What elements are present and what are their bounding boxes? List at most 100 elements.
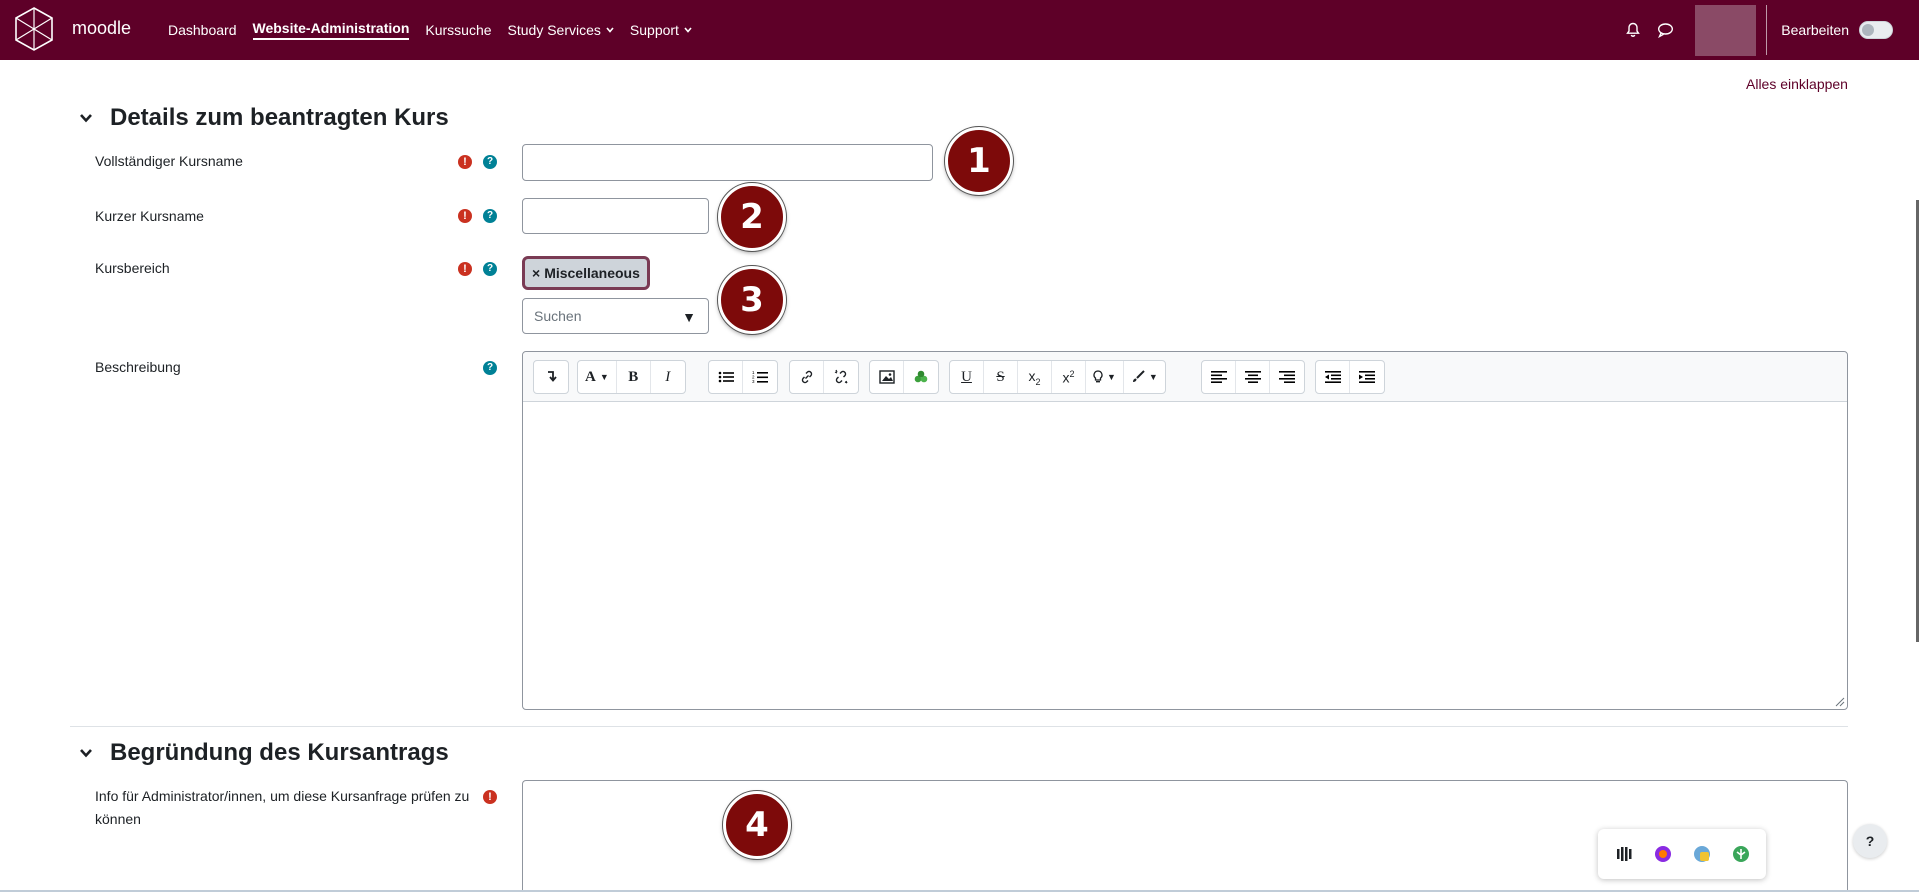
- italic-button[interactable]: I: [651, 361, 685, 393]
- toolbar-group-lists: 123: [708, 360, 778, 394]
- font-icon: A: [585, 368, 596, 385]
- brand-name[interactable]: moodle: [72, 18, 131, 39]
- annotation-badge-3: 3: [718, 266, 786, 334]
- primary-nav: Dashboard Website-Administration Kurssuc…: [160, 0, 700, 60]
- messages-button[interactable]: [1649, 14, 1681, 46]
- toolbar-group-align: [1201, 360, 1305, 394]
- description-label: Beschreibung: [95, 359, 181, 375]
- subscript-button[interactable]: x2: [1018, 361, 1052, 393]
- align-center-button[interactable]: [1236, 361, 1270, 393]
- bold-icon: B: [628, 368, 639, 385]
- resize-handle-icon[interactable]: [1833, 695, 1845, 707]
- navbar-divider: [1766, 5, 1768, 55]
- floating-extension-bar: [1598, 829, 1766, 879]
- bell-icon: [1626, 22, 1641, 37]
- superscript-button[interactable]: x2: [1052, 361, 1086, 393]
- required-icon: !: [483, 790, 497, 804]
- avatar[interactable]: [1695, 4, 1757, 56]
- chevron-down-icon: [684, 27, 692, 33]
- toolbar-group-text: A ▼ B I: [577, 360, 686, 394]
- align-left-icon: [1210, 371, 1227, 383]
- toolbar-group-links: [789, 360, 859, 394]
- toolbar-group-collapse: [533, 360, 569, 394]
- outdent-icon: [1324, 371, 1341, 383]
- leaf-shield-icon[interactable]: [1731, 844, 1751, 864]
- caret-down-icon: ▼: [599, 372, 609, 382]
- section-title: Details zum beantragten Kurs: [110, 104, 449, 131]
- numbered-list-button[interactable]: 123: [743, 361, 777, 393]
- help-icon[interactable]: ?: [483, 209, 497, 223]
- toolbar-group-media: [869, 360, 939, 394]
- indent-icon: [1359, 371, 1375, 383]
- unlink-button[interactable]: [824, 361, 858, 393]
- editor-toolbar: A ▼ B I 123 U S x2 x2 ▼ ▼: [523, 352, 1847, 402]
- fullname-label: Vollständiger Kursname: [95, 153, 243, 169]
- underline-icon: U: [961, 368, 972, 385]
- top-navbar: moodle Dashboard Website-Administration …: [0, 0, 1919, 60]
- chevron-down-icon: [80, 114, 92, 123]
- translate-globe-icon[interactable]: [1692, 844, 1712, 864]
- outdent-button[interactable]: [1316, 361, 1350, 393]
- collapse-all-link[interactable]: Alles einklappen: [1746, 76, 1848, 92]
- accessibility-checker-button[interactable]: ▼: [1086, 361, 1124, 393]
- superscript-icon: x2: [1062, 368, 1075, 386]
- notifications-button[interactable]: [1617, 14, 1649, 46]
- recycle-media-icon: [914, 370, 928, 383]
- subscript-icon: x2: [1028, 367, 1041, 387]
- toolbar-collapse-button[interactable]: [534, 361, 568, 393]
- nav-dashboard[interactable]: Dashboard: [160, 0, 245, 60]
- fullname-input[interactable]: [522, 144, 933, 181]
- svg-text:3: 3: [752, 379, 755, 384]
- help-icon[interactable]: ?: [483, 155, 497, 169]
- align-left-button[interactable]: [1202, 361, 1236, 393]
- bullet-list-button[interactable]: [709, 361, 743, 393]
- annotation-badge-4: 4: [723, 791, 791, 859]
- reason-label: Info für Administrator/innen, um diese K…: [95, 788, 470, 827]
- help-icon[interactable]: ?: [483, 361, 497, 375]
- chevron-down-icon: [80, 749, 92, 758]
- align-right-button[interactable]: [1270, 361, 1304, 393]
- help-icon[interactable]: ?: [483, 262, 497, 276]
- nav-support[interactable]: Support: [622, 0, 700, 60]
- audio-bars-icon[interactable]: [1614, 844, 1634, 864]
- color-wheel-icon[interactable]: [1653, 844, 1673, 864]
- bold-button[interactable]: B: [617, 361, 651, 393]
- section-title: Begründung des Kursantrags: [110, 739, 449, 766]
- remove-icon[interactable]: ×: [532, 265, 540, 281]
- dropdown-arrow-icon: ▼: [682, 309, 696, 325]
- numbered-list-icon: 123: [752, 370, 768, 384]
- required-icon: !: [458, 262, 472, 276]
- description-editor[interactable]: A ▼ B I 123 U S x2 x2 ▼ ▼: [522, 351, 1848, 710]
- shortname-input[interactable]: [522, 198, 709, 234]
- shortname-label: Kurzer Kursname: [95, 208, 204, 224]
- help-fab-button[interactable]: ?: [1853, 824, 1887, 858]
- section-header-course-details[interactable]: Details zum beantragten Kurs: [78, 104, 449, 132]
- section-header-request-reason[interactable]: Begründung des Kursantrags: [78, 739, 449, 767]
- strikethrough-button[interactable]: S: [984, 361, 1018, 393]
- caret-down-icon: ▼: [1148, 372, 1158, 382]
- font-style-button[interactable]: A ▼: [578, 361, 617, 393]
- nav-study-services[interactable]: Study Services: [500, 0, 622, 60]
- lightbulb-icon: [1093, 370, 1103, 383]
- required-icon: !: [458, 209, 472, 223]
- edit-mode-toggle[interactable]: [1859, 21, 1893, 39]
- bullet-list-icon: [718, 371, 734, 383]
- nav-course-search[interactable]: Kurssuche: [417, 0, 499, 60]
- style-brush-button[interactable]: ▼: [1124, 361, 1165, 393]
- required-icon: !: [458, 155, 472, 169]
- underline-button[interactable]: U: [950, 361, 984, 393]
- moodle-logo-icon[interactable]: [14, 6, 54, 52]
- link-button[interactable]: [790, 361, 824, 393]
- indent-button[interactable]: [1350, 361, 1384, 393]
- category-selected-chip[interactable]: × Miscellaneous: [522, 256, 650, 290]
- navbar-right: Bearbeiten: [1617, 0, 1919, 60]
- edit-mode-label: Bearbeiten: [1781, 22, 1849, 38]
- insert-media-button[interactable]: [904, 361, 938, 393]
- insert-image-button[interactable]: [870, 361, 904, 393]
- caret-down-icon: ▼: [1107, 372, 1116, 382]
- paintbrush-icon: [1132, 370, 1145, 382]
- arrow-down-left-icon: [548, 371, 557, 382]
- category-search-select[interactable]: Suchen ▼: [522, 298, 709, 334]
- nav-site-admin[interactable]: Website-Administration: [245, 0, 418, 60]
- chevron-down-icon: [606, 27, 614, 33]
